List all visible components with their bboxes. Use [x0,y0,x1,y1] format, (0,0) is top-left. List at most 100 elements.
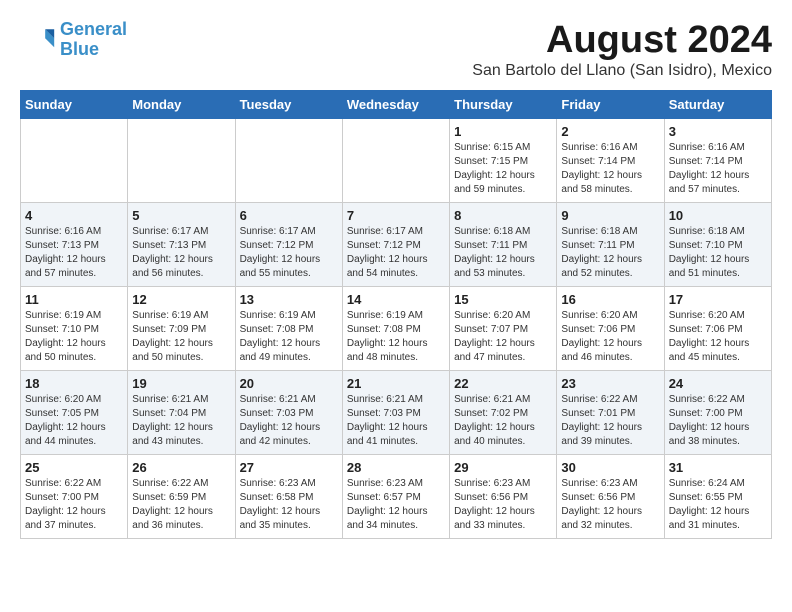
logo-icon [20,22,56,58]
calendar-cell: 22 Sunrise: 6:21 AM Sunset: 7:02 PM Dayli… [450,370,557,454]
calendar-cell: 19 Sunrise: 6:21 AM Sunset: 7:04 PM Dayli… [128,370,235,454]
day-number: 4 [25,208,123,223]
day-number: 31 [669,460,767,475]
calendar-cell: 29 Sunrise: 6:23 AM Sunset: 6:56 PM Dayli… [450,454,557,538]
title-area: August 2024 San Bartolo del Llano (San I… [472,20,772,80]
logo-line1: General [60,19,127,39]
calendar-cell: 12 Sunrise: 6:19 AM Sunset: 7:09 PM Dayli… [128,286,235,370]
day-number: 14 [347,292,445,307]
cell-content: Sunrise: 6:21 AM Sunset: 7:02 PM Dayligh… [454,393,552,449]
day-number: 9 [561,208,659,223]
week-row-3: 11Sunrise: 6:19 AM Sunset: 7:10 PM Dayli… [21,286,772,370]
day-number: 15 [454,292,552,307]
cell-content: Sunrise: 6:23 AM Sunset: 6:57 PM Dayligh… [347,477,445,533]
header-cell-monday: Monday [128,90,235,118]
calendar-cell: 2 Sunrise: 6:16 AM Sunset: 7:14 PM Daylig… [557,118,664,202]
day-number: 23 [561,376,659,391]
day-number: 20 [240,376,338,391]
calendar-cell: 6 Sunrise: 6:17 AM Sunset: 7:12 PM Daylig… [235,202,342,286]
header: General Blue August 2024 San Bartolo del… [20,20,772,80]
header-cell-wednesday: Wednesday [342,90,449,118]
cell-content: Sunrise: 6:16 AM Sunset: 7:13 PM Dayligh… [25,225,123,281]
cell-content: Sunrise: 6:22 AM Sunset: 7:00 PM Dayligh… [25,477,123,533]
week-row-2: 4 Sunrise: 6:16 AM Sunset: 7:13 PM Daylig… [21,202,772,286]
calendar-cell [128,118,235,202]
cell-content: Sunrise: 6:17 AM Sunset: 7:12 PM Dayligh… [240,225,338,281]
calendar-cell: 31Sunrise: 6:24 AM Sunset: 6:55 PM Dayli… [664,454,771,538]
day-number: 17 [669,292,767,307]
cell-content: Sunrise: 6:23 AM Sunset: 6:56 PM Dayligh… [454,477,552,533]
cell-content: Sunrise: 6:20 AM Sunset: 7:07 PM Dayligh… [454,309,552,365]
day-number: 22 [454,376,552,391]
cell-content: Sunrise: 6:17 AM Sunset: 7:13 PM Dayligh… [132,225,230,281]
cell-content: Sunrise: 6:20 AM Sunset: 7:06 PM Dayligh… [561,309,659,365]
week-row-4: 18Sunrise: 6:20 AM Sunset: 7:05 PM Dayli… [21,370,772,454]
calendar-cell: 10Sunrise: 6:18 AM Sunset: 7:10 PM Dayli… [664,202,771,286]
cell-content: Sunrise: 6:22 AM Sunset: 7:01 PM Dayligh… [561,393,659,449]
calendar-cell: 4 Sunrise: 6:16 AM Sunset: 7:13 PM Daylig… [21,202,128,286]
day-number: 2 [561,124,659,139]
header-cell-friday: Friday [557,90,664,118]
day-number: 16 [561,292,659,307]
day-number: 19 [132,376,230,391]
cell-content: Sunrise: 6:22 AM Sunset: 7:00 PM Dayligh… [669,393,767,449]
calendar-cell: 27 Sunrise: 6:23 AM Sunset: 6:58 PM Dayli… [235,454,342,538]
day-number: 7 [347,208,445,223]
calendar-cell: 8Sunrise: 6:18 AM Sunset: 7:11 PM Daylig… [450,202,557,286]
calendar-cell: 26 Sunrise: 6:22 AM Sunset: 6:59 PM Dayli… [128,454,235,538]
calendar-cell: 13Sunrise: 6:19 AM Sunset: 7:08 PM Dayli… [235,286,342,370]
header-cell-thursday: Thursday [450,90,557,118]
cell-content: Sunrise: 6:20 AM Sunset: 7:06 PM Dayligh… [669,309,767,365]
day-number: 5 [132,208,230,223]
header-row: SundayMondayTuesdayWednesdayThursdayFrid… [21,90,772,118]
cell-content: Sunrise: 6:18 AM Sunset: 7:11 PM Dayligh… [454,225,552,281]
header-cell-tuesday: Tuesday [235,90,342,118]
calendar-cell [235,118,342,202]
calendar-cell: 3Sunrise: 6:16 AM Sunset: 7:14 PM Daylig… [664,118,771,202]
day-number: 24 [669,376,767,391]
day-number: 3 [669,124,767,139]
calendar-cell: 20 Sunrise: 6:21 AM Sunset: 7:03 PM Dayli… [235,370,342,454]
cell-content: Sunrise: 6:19 AM Sunset: 7:08 PM Dayligh… [240,309,338,365]
calendar-cell: 21 Sunrise: 6:21 AM Sunset: 7:03 PM Dayli… [342,370,449,454]
cell-content: Sunrise: 6:15 AM Sunset: 7:15 PM Dayligh… [454,141,552,197]
calendar-table: SundayMondayTuesdayWednesdayThursdayFrid… [20,90,772,539]
day-number: 18 [25,376,123,391]
cell-content: Sunrise: 6:22 AM Sunset: 6:59 PM Dayligh… [132,477,230,533]
day-number: 10 [669,208,767,223]
cell-content: Sunrise: 6:21 AM Sunset: 7:03 PM Dayligh… [240,393,338,449]
calendar-cell: 24 Sunrise: 6:22 AM Sunset: 7:00 PM Dayli… [664,370,771,454]
day-number: 25 [25,460,123,475]
calendar-cell: 25 Sunrise: 6:22 AM Sunset: 7:00 PM Dayli… [21,454,128,538]
calendar-cell: 9 Sunrise: 6:18 AM Sunset: 7:11 PM Daylig… [557,202,664,286]
calendar-cell: 30Sunrise: 6:23 AM Sunset: 6:56 PM Dayli… [557,454,664,538]
week-row-1: 1Sunrise: 6:15 AM Sunset: 7:15 PM Daylig… [21,118,772,202]
cell-content: Sunrise: 6:19 AM Sunset: 7:09 PM Dayligh… [132,309,230,365]
day-number: 29 [454,460,552,475]
calendar-cell: 18Sunrise: 6:20 AM Sunset: 7:05 PM Dayli… [21,370,128,454]
cell-content: Sunrise: 6:19 AM Sunset: 7:08 PM Dayligh… [347,309,445,365]
day-number: 12 [132,292,230,307]
cell-content: Sunrise: 6:18 AM Sunset: 7:11 PM Dayligh… [561,225,659,281]
calendar-cell: 15 Sunrise: 6:20 AM Sunset: 7:07 PM Dayli… [450,286,557,370]
header-cell-sunday: Sunday [21,90,128,118]
cell-content: Sunrise: 6:23 AM Sunset: 6:58 PM Dayligh… [240,477,338,533]
calendar-cell: 7Sunrise: 6:17 AM Sunset: 7:12 PM Daylig… [342,202,449,286]
day-number: 6 [240,208,338,223]
calendar-cell: 1Sunrise: 6:15 AM Sunset: 7:15 PM Daylig… [450,118,557,202]
cell-content: Sunrise: 6:16 AM Sunset: 7:14 PM Dayligh… [561,141,659,197]
day-number: 27 [240,460,338,475]
calendar-cell: 23 Sunrise: 6:22 AM Sunset: 7:01 PM Dayli… [557,370,664,454]
calendar-cell: 16 Sunrise: 6:20 AM Sunset: 7:06 PM Dayli… [557,286,664,370]
calendar-cell: 5 Sunrise: 6:17 AM Sunset: 7:13 PM Daylig… [128,202,235,286]
day-number: 28 [347,460,445,475]
cell-content: Sunrise: 6:21 AM Sunset: 7:03 PM Dayligh… [347,393,445,449]
cell-content: Sunrise: 6:21 AM Sunset: 7:04 PM Dayligh… [132,393,230,449]
day-number: 26 [132,460,230,475]
calendar-header: SundayMondayTuesdayWednesdayThursdayFrid… [21,90,772,118]
logo-text: General Blue [60,20,127,60]
calendar-title: August 2024 [472,20,772,62]
day-number: 21 [347,376,445,391]
cell-content: Sunrise: 6:23 AM Sunset: 6:56 PM Dayligh… [561,477,659,533]
calendar-cell: 11Sunrise: 6:19 AM Sunset: 7:10 PM Dayli… [21,286,128,370]
